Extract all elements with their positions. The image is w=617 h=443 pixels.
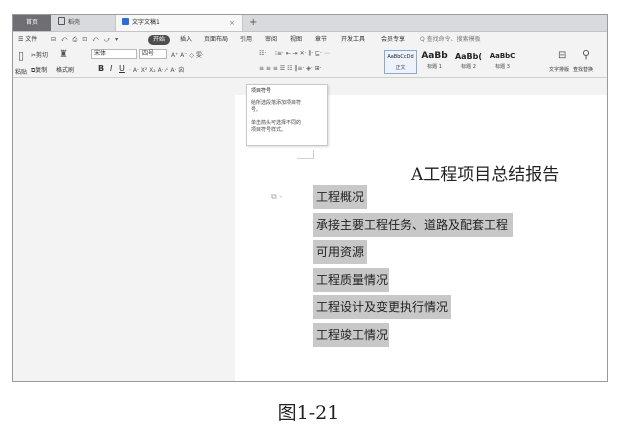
text-layout-button[interactable]: 文字排版 (549, 66, 569, 73)
style-preview: AaBb (421, 51, 448, 61)
underline-button[interactable]: U (119, 64, 125, 73)
paste-icon[interactable]: ▯ (18, 49, 24, 62)
alignment-tools[interactable]: ≡ ≡ ≡ ☰ ☷ ‖≡· ◈· ⊞· (259, 65, 322, 72)
style-heading-3[interactable]: AaBbC 标题 3 (486, 50, 519, 74)
text-layout-icon[interactable]: ⊟ (558, 50, 566, 61)
document-list: 工程概况 承接主要工程任务、道路及配套工程 可用资源 工程质量情况 工程设计及变… (313, 185, 513, 351)
find-replace-button[interactable]: 查找替换 (573, 66, 593, 73)
list-item[interactable]: 工程竣工情况 (313, 322, 389, 347)
tab-document[interactable]: 文字文稿1 × (115, 15, 243, 31)
paragraph-handle-icon[interactable]: ⧉ - (271, 192, 282, 202)
style-gallery: AaBbCcDd 正文 AaBb 标题 1 AaBb( 标题 2 AaBbC 标题 3 (384, 50, 549, 74)
cut-button[interactable]: ✂剪切 (31, 50, 48, 59)
document-title: A工程项目总结报告 (411, 165, 560, 185)
list-item[interactable]: 工程概况 (313, 185, 367, 209)
tooltip-text: 给所选段落添加项目符 (251, 100, 302, 106)
style-preview: AaBb( (454, 52, 483, 61)
style-heading-1[interactable]: AaBb 标题 1 (418, 50, 451, 74)
list-item[interactable]: 工程设计及变更执行情况 (313, 295, 451, 320)
undo-icon[interactable]: ⤺ (92, 36, 98, 43)
cut-label: 剪切 (36, 52, 49, 59)
page-margin-marker (297, 150, 314, 159)
tab-template[interactable]: 稻壳 (52, 15, 114, 31)
file-menu[interactable]: ☰ 文件 (18, 32, 37, 47)
tab-review[interactable]: 审阅 (265, 32, 277, 47)
new-tab-button[interactable]: + (249, 15, 257, 30)
tab-view[interactable]: 视图 (290, 32, 302, 47)
tab-bar: 首页 稻壳 文字文稿1 × + (13, 15, 607, 32)
undo-history-icon[interactable]: ⤺ (61, 36, 67, 43)
tab-developer[interactable]: 开发工具 (341, 32, 365, 47)
list-item[interactable]: 可用资源 (313, 240, 367, 265)
save-icon[interactable]: ⊟ (51, 36, 56, 43)
preview-icon[interactable]: ⊡ (82, 36, 87, 43)
style-normal[interactable]: AaBbCcDd 正文 (384, 50, 417, 74)
print-icon[interactable]: ⎙ (72, 36, 77, 43)
customize-icon[interactable]: ▾ (115, 36, 118, 43)
paste-button[interactable]: 粘贴 (15, 67, 27, 76)
ribbon-toolbar: ▯ 粘贴 ✂剪切 ⧉复制 ♜ 格式刷 宋体 四号 A⁺ A⁻ ◇ 雯· B I … (13, 47, 607, 78)
list-item[interactable]: 承接主要工程任务、道路及配套工程 (313, 212, 513, 237)
writer-doc-icon (122, 18, 129, 25)
style-caption: 标题 1 (427, 64, 442, 70)
font-name-select[interactable]: 宋体 (91, 49, 137, 59)
tab-insert[interactable]: 插入 (180, 32, 192, 47)
tab-document-label: 文字文稿1 (132, 19, 160, 26)
tooltip-text: 项目符号样式。 (251, 127, 287, 133)
font-name-value: 宋体 (91, 49, 137, 59)
tab-start[interactable]: 开始 (148, 34, 171, 45)
app-window: 首页 稻壳 文字文稿1 × + ☰ 文件 ⊟ ⤺ ⎙ ⊡ ⤺ ⤻ ▾ 开始 插入 页面布局 … (12, 14, 608, 382)
font-size-value: 四号 (139, 49, 167, 59)
bullet-tooltip: 项目符号 给所选段落添加项目符 号。 单击箭头可选择不同的 项目符号样式。 (246, 84, 328, 146)
style-caption: 标题 2 (461, 64, 476, 70)
tab-references[interactable]: 引用 (240, 32, 252, 47)
font-resize-tools[interactable]: A⁺ A⁻ ◇ 雯· (171, 50, 204, 59)
quick-access-toolbar: ⊟ ⤺ ⎙ ⊡ ⤺ ⤻ ▾ (51, 32, 123, 47)
copy-button[interactable]: ⧉复制 (31, 65, 47, 75)
style-heading-2[interactable]: AaBb( 标题 2 (452, 50, 485, 74)
tab-member[interactable]: 会员专享 (381, 32, 405, 47)
tab-home[interactable]: 首页 (13, 15, 51, 31)
style-preview: AaBbCcDd (387, 54, 414, 60)
tab-page-layout[interactable]: 页面布局 (204, 32, 228, 47)
italic-button[interactable]: I (110, 64, 112, 73)
format-painter-button[interactable]: 格式刷 (56, 65, 74, 74)
tab-chapter[interactable]: 章节 (315, 32, 327, 47)
tab-template-label: 稻壳 (68, 19, 81, 26)
style-caption: 标题 3 (495, 64, 510, 70)
menu-bar: ☰ 文件 ⊟ ⤺ ⎙ ⊡ ⤺ ⤻ ▾ 开始 插入 页面布局 引用 审阅 视图 章节 开发工具… (13, 32, 607, 47)
tooltip-text: 单击箭头可选择不同的 (251, 120, 302, 126)
font-effects-tools[interactable]: · A· X² X₂ A· ⁄· A· 囟 (129, 65, 184, 74)
redo-icon[interactable]: ⤻ (104, 36, 110, 43)
bold-button[interactable]: B (98, 64, 104, 73)
style-caption: 正文 (395, 65, 406, 71)
template-icon (58, 17, 65, 25)
bullet-list-icon[interactable]: ☷· (259, 50, 266, 57)
paragraph-tools-top[interactable]: ⁝≡· ⇤ ⇥ ✕· ⫼· ⊑· ⋯ (275, 50, 330, 58)
list-item[interactable]: 工程质量情况 (313, 267, 389, 292)
style-preview: AaBbC (489, 52, 516, 60)
font-size-select[interactable]: 四号 (139, 49, 167, 59)
format-painter-icon[interactable]: ♜ (59, 49, 68, 60)
copy-label: 复制 (35, 67, 48, 74)
tooltip-title: 项目符号 (251, 88, 272, 94)
close-tab-icon[interactable]: × (229, 15, 235, 31)
command-search[interactable]: Q 查找命令、搜索模板 (420, 32, 481, 47)
tooltip-text: 号。 (251, 107, 262, 113)
find-replace-icon[interactable]: ⚲ (582, 48, 590, 61)
figure-caption: 图1-21 (277, 402, 340, 424)
